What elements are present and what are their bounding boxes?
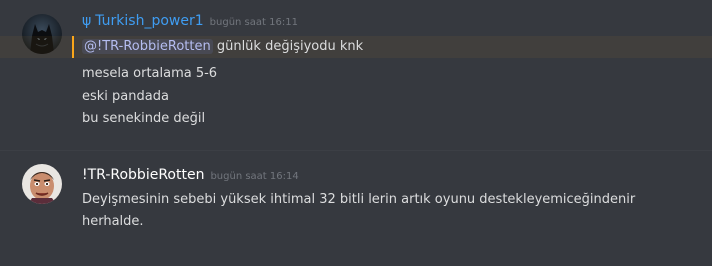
mention-bar: [72, 36, 74, 58]
username[interactable]: Turkish_power1: [95, 13, 203, 29]
message-line: eski pandada: [82, 89, 169, 104]
timestamp: bugün saat 16:14: [210, 171, 299, 182]
chat-messages: ψ Turkish_power1 bugün saat 16:11 @!TR-R…: [0, 0, 712, 266]
username[interactable]: !TR-RobbieRotten: [82, 167, 204, 183]
message-line: Deyişmesinin sebebi yüksek ihtimal 32 bi…: [82, 192, 636, 207]
user-mention[interactable]: @!TR-RobbieRotten: [82, 39, 213, 54]
psi-role-icon: ψ: [82, 13, 92, 29]
message-line: @!TR-RobbieRotten günlük değişiyodu knk: [82, 39, 363, 54]
message-group-turkish-power1: ψ Turkish_power1 bugün saat 16:11 @!TR-R…: [0, 0, 712, 140]
mention-highlight-row: @!TR-RobbieRotten günlük değişiyodu knk: [0, 36, 712, 58]
message-header: ψ Turkish_power1 bugün saat 16:11: [82, 13, 298, 29]
avatar[interactable]: [22, 164, 62, 204]
message-line: mesela ortalama 5-6: [82, 66, 218, 81]
message-group-robbie-rotten: !TR-RobbieRotten bugün saat 16:14 Deyişm…: [0, 150, 712, 266]
avatar-robbie-rotten-icon: [22, 164, 62, 204]
message-line: herhalde.: [82, 214, 144, 229]
message-line: bu senekinde değil: [82, 111, 206, 126]
message-header: !TR-RobbieRotten bugün saat 16:14: [82, 167, 299, 183]
timestamp: bugün saat 16:11: [209, 17, 298, 28]
message-text: günlük değişiyodu knk: [212, 39, 364, 54]
